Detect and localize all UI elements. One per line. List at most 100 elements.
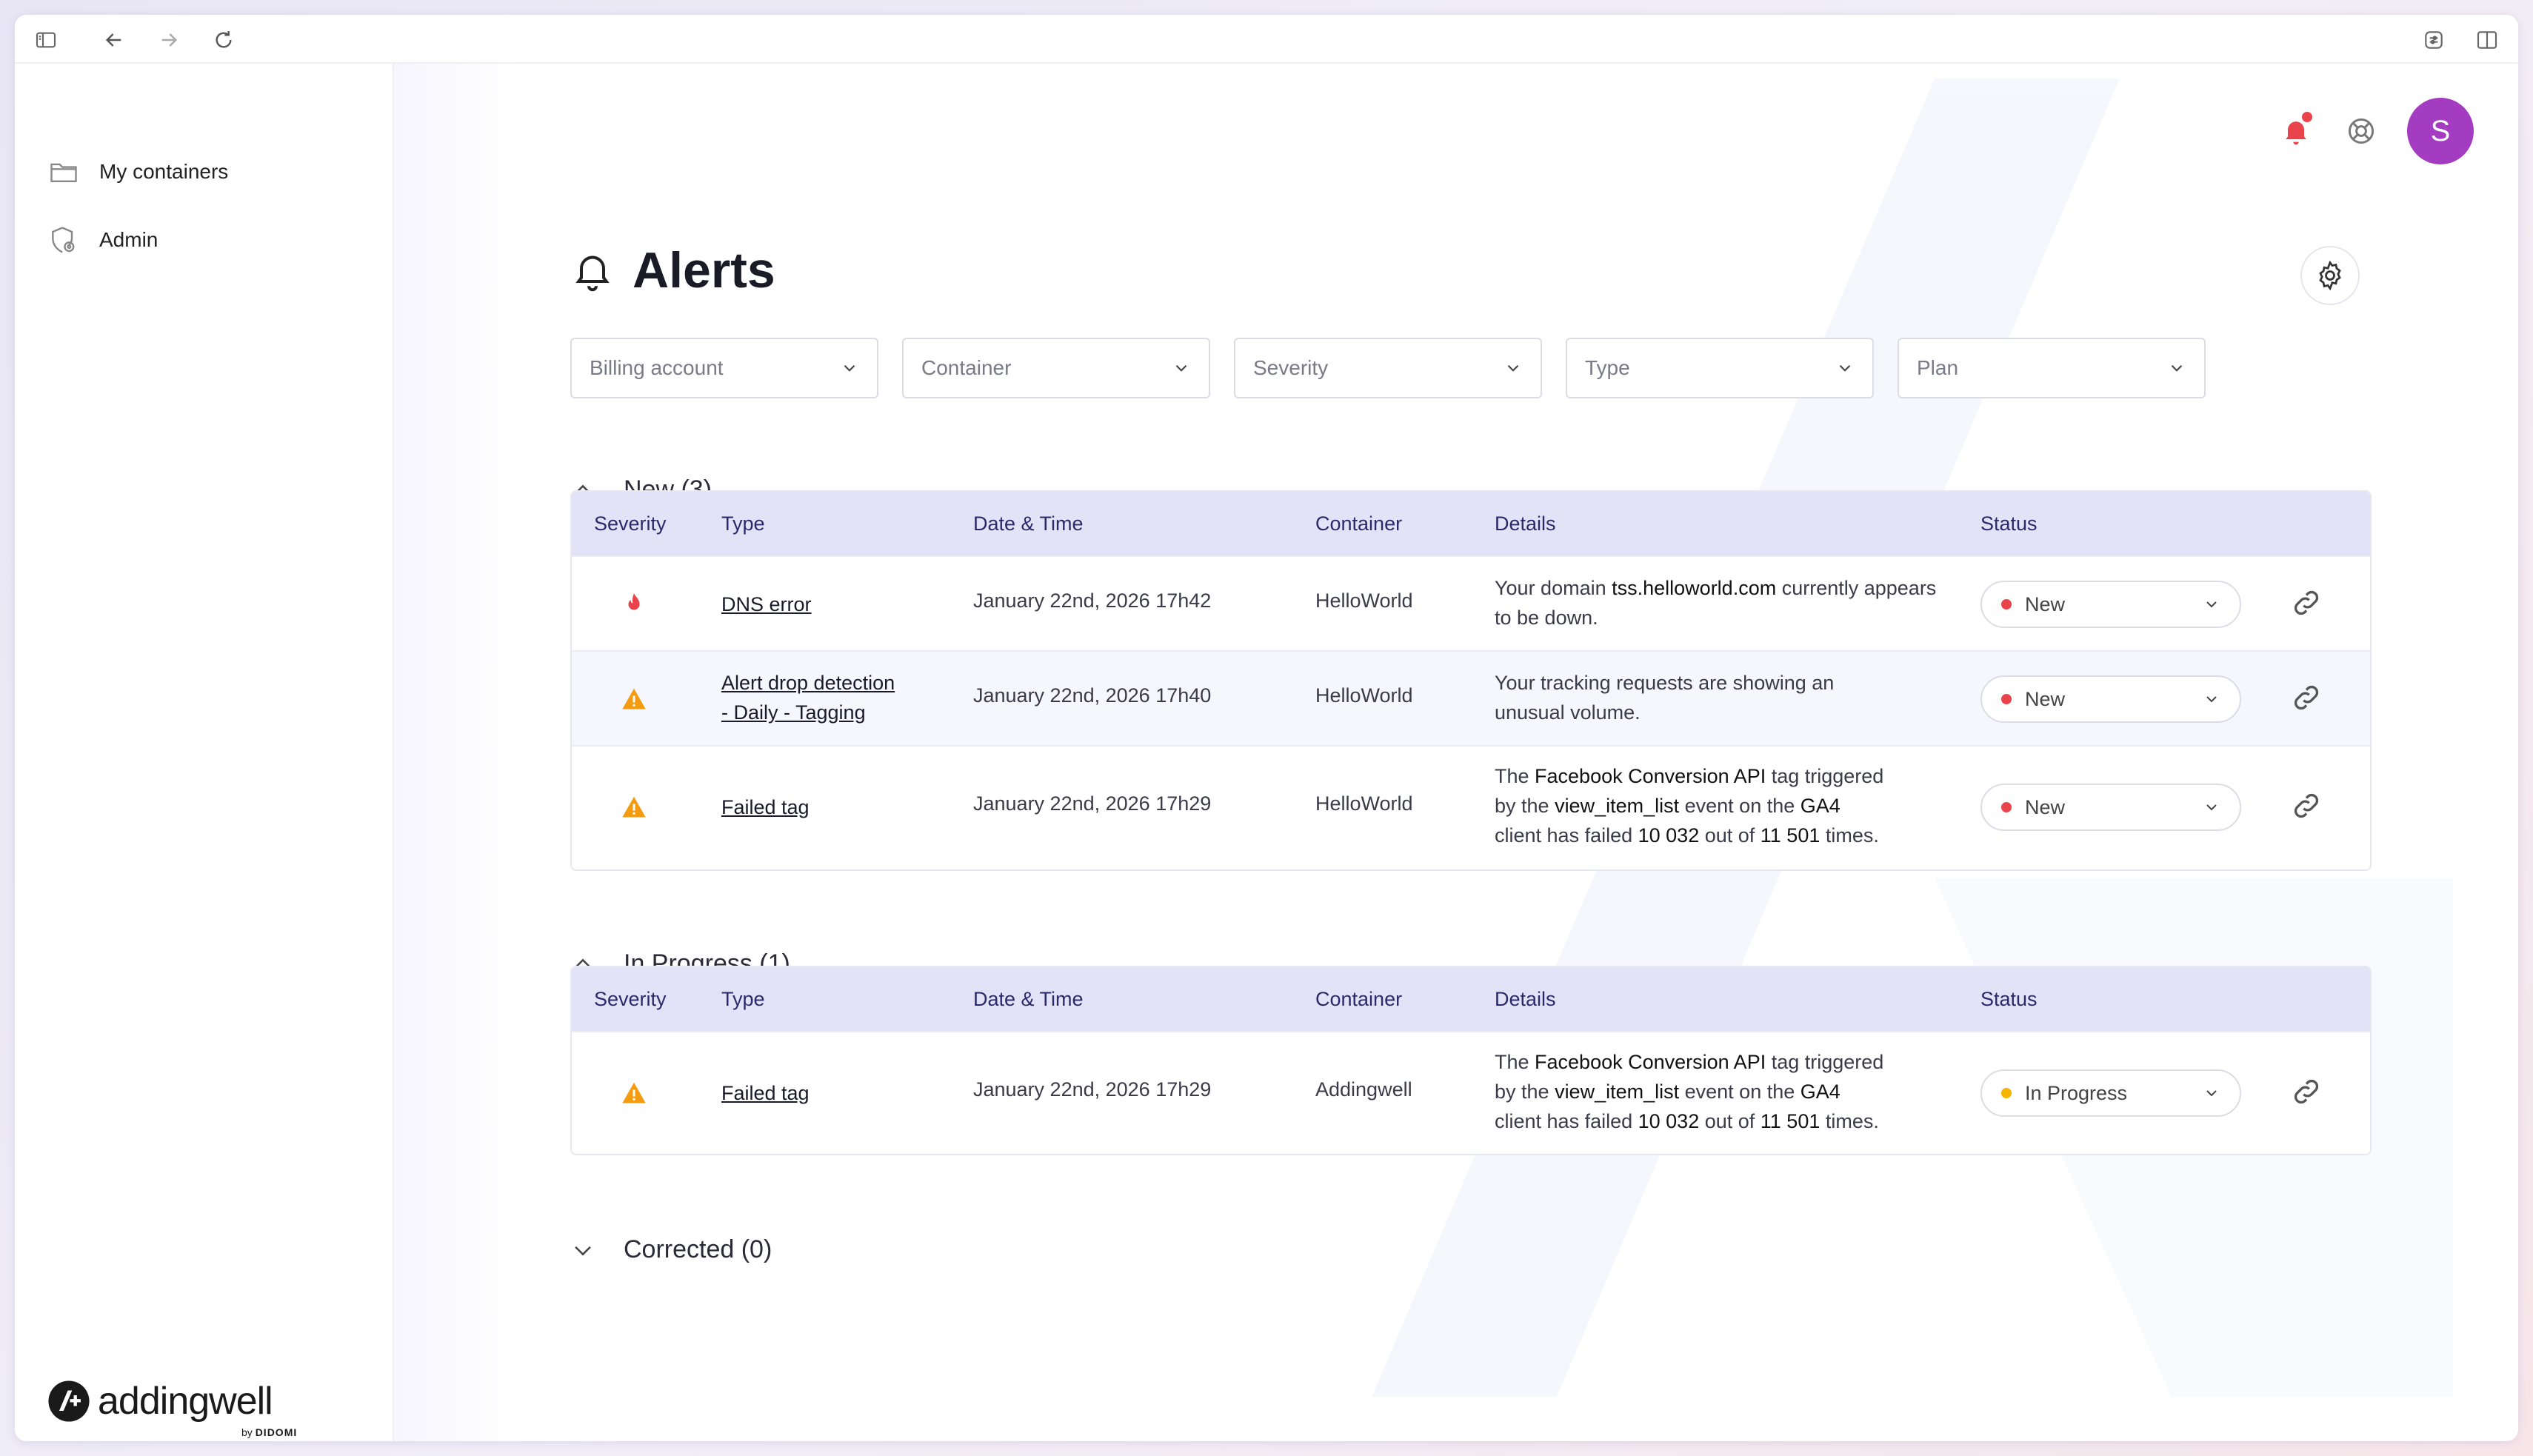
col-details[interactable]: Details xyxy=(1495,492,1556,555)
details-cell: Your tracking requests are showing an un… xyxy=(1495,672,1835,724)
sidebar: My containers Admin addingwell by DIDOMI xyxy=(15,64,394,1441)
shield-gear-icon xyxy=(52,227,75,253)
status-dot xyxy=(2001,694,2012,704)
details-cell: The Facebook Conversion API tag triggere… xyxy=(1495,1047,1954,1136)
extensions-icon[interactable] xyxy=(2420,27,2447,53)
reload-icon[interactable] xyxy=(210,27,237,53)
sidebar-item-label: Admin xyxy=(99,228,158,251)
alert-type-link[interactable]: Alert drop detection xyxy=(721,668,895,698)
status-label: New xyxy=(2025,687,2066,710)
alert-type-link[interactable]: - Daily - Tagging xyxy=(721,698,895,727)
details-text: client has failed xyxy=(1495,824,1638,846)
chevron-down-icon xyxy=(844,364,855,372)
alert-type-link[interactable]: Failed tag xyxy=(721,1078,810,1108)
severity-cell xyxy=(621,1080,647,1106)
col-details[interactable]: Details xyxy=(1495,967,1556,1031)
warning-triangle-icon xyxy=(622,1082,646,1103)
datetime-cell: January 22nd, 2026 17h29 xyxy=(973,792,1212,815)
alert-type-link[interactable]: DNS error xyxy=(721,590,812,619)
forward-arrow-icon[interactable] xyxy=(156,27,182,53)
filter-label: Type xyxy=(1585,356,1630,379)
status-label: In Progress xyxy=(2025,1081,2128,1104)
details-text: Your domain xyxy=(1495,577,1612,599)
type-cell[interactable]: Alert drop detection - Daily - Tagging xyxy=(721,668,895,727)
col-type[interactable]: Type xyxy=(721,492,765,555)
gear-icon xyxy=(2319,260,2341,291)
type-cell[interactable]: Failed tag xyxy=(721,792,810,822)
filter-label: Container xyxy=(921,356,1012,379)
section-toggle-corrected[interactable]: Corrected (0) xyxy=(570,1235,772,1264)
chevron-down-icon xyxy=(1507,364,1519,372)
plan-filter[interactable]: Plan xyxy=(1898,338,2206,398)
details-text: by the xyxy=(1495,1081,1555,1103)
table-row: Failed tag January 22nd, 2026 17h29 Addi… xyxy=(572,1031,2370,1154)
brand-name: addingwell xyxy=(98,1380,273,1423)
col-container[interactable]: Container xyxy=(1315,967,1402,1031)
alert-settings-button[interactable] xyxy=(2300,246,2360,305)
col-status[interactable]: Status xyxy=(1980,492,2038,555)
status-label: New xyxy=(2025,795,2066,818)
details-text: tag triggered xyxy=(1766,1051,1884,1073)
brand-by-line: by DIDOMI xyxy=(241,1426,297,1438)
help-button[interactable] xyxy=(2342,112,2380,150)
status-dropdown[interactable]: New xyxy=(1980,581,2241,628)
link-icon[interactable] xyxy=(2290,587,2323,619)
col-status[interactable]: Status xyxy=(1980,967,2038,1031)
severity-filter[interactable]: Severity xyxy=(1234,338,1542,398)
top-right-actions: S xyxy=(2277,98,2474,164)
alert-type-link[interactable]: Failed tag xyxy=(721,792,810,822)
col-severity[interactable]: Severity xyxy=(594,492,667,555)
sidebar-item-admin[interactable]: Admin xyxy=(47,218,358,262)
billing-account-filter[interactable]: Billing account xyxy=(570,338,878,398)
details-highlight: Facebook Conversion API xyxy=(1535,765,1766,787)
type-filter[interactable]: Type xyxy=(1566,338,1874,398)
sidebar-toggle-icon[interactable] xyxy=(33,27,59,53)
status-dropdown[interactable]: New xyxy=(1980,675,2241,723)
sidebar-item-label: My containers xyxy=(99,160,229,183)
addingwell-logo-icon xyxy=(48,1380,90,1422)
main-content: S Alerts Billing account Container Sever… xyxy=(394,64,2518,1441)
type-cell[interactable]: Failed tag xyxy=(721,1078,810,1108)
brand-logo: addingwell by DIDOMI xyxy=(47,1379,296,1438)
alerts-table-in-progress: Severity Type Date & Time Container Deta… xyxy=(570,966,2372,1155)
user-avatar[interactable]: S xyxy=(2407,98,2474,164)
status-dropdown[interactable]: New xyxy=(1980,784,2241,831)
details-text: event on the xyxy=(1679,1081,1801,1103)
notifications-button[interactable] xyxy=(2277,112,2315,150)
chevron-down-icon xyxy=(2206,696,2217,703)
datetime-cell: January 22nd, 2026 17h29 xyxy=(973,1078,1212,1101)
col-datetime[interactable]: Date & Time xyxy=(973,967,1084,1031)
browser-toolbar xyxy=(15,15,2518,64)
col-datetime[interactable]: Date & Time xyxy=(973,492,1084,555)
col-severity[interactable]: Severity xyxy=(594,967,667,1031)
col-type[interactable]: Type xyxy=(721,967,765,1031)
details-highlight: view_item_list xyxy=(1555,795,1680,817)
chevron-down-icon xyxy=(2206,601,2217,608)
folder-icon xyxy=(50,163,77,183)
details-text: out of xyxy=(1699,1110,1761,1132)
col-container[interactable]: Container xyxy=(1315,492,1402,555)
table-header: Severity Type Date & Time Container Deta… xyxy=(572,492,2370,555)
container-cell: HelloWorld xyxy=(1315,684,1413,707)
notification-dot xyxy=(2302,112,2312,122)
back-arrow-icon[interactable] xyxy=(101,27,127,53)
details-text: times. xyxy=(1820,824,1879,846)
filter-bar: Billing account Container Severity Type … xyxy=(570,338,2206,398)
section-title: Corrected (0) xyxy=(624,1235,772,1263)
container-filter[interactable]: Container xyxy=(902,338,1210,398)
status-dropdown[interactable]: In Progress xyxy=(1980,1069,2241,1117)
table-header: Severity Type Date & Time Container Deta… xyxy=(572,967,2370,1031)
severity-cell xyxy=(621,686,647,712)
link-icon[interactable] xyxy=(2290,789,2323,822)
link-icon[interactable] xyxy=(2290,681,2323,714)
filter-label: Plan xyxy=(1917,356,1959,379)
alerts-table-new: Severity Type Date & Time Container Deta… xyxy=(570,490,2372,871)
sidebar-item-my-containers[interactable]: My containers xyxy=(47,150,358,194)
details-text: The xyxy=(1495,1051,1535,1073)
page-title: Alerts xyxy=(633,242,775,298)
browser-window: My containers Admin addingwell by DIDOMI xyxy=(15,15,2518,1441)
details-text: The xyxy=(1495,765,1535,787)
link-icon[interactable] xyxy=(2290,1075,2323,1108)
split-view-icon[interactable] xyxy=(2474,27,2500,53)
type-cell[interactable]: DNS error xyxy=(721,590,812,619)
